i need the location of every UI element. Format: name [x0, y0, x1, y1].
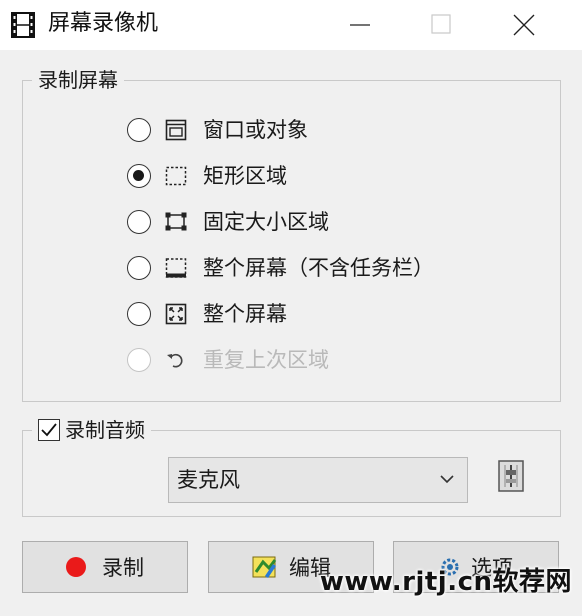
option-label: 整个屏幕（不含任务栏） — [203, 256, 434, 280]
minimize-button[interactable] — [332, 0, 388, 50]
edit-icon — [252, 556, 277, 578]
record-audio-checkbox[interactable] — [38, 419, 60, 441]
watermark: www.rjtj.cn软荐网 — [319, 567, 572, 597]
radio-button[interactable] — [127, 302, 151, 326]
maximize-button[interactable] — [412, 0, 468, 50]
audio-device-value: 麦克风 — [177, 468, 240, 492]
option-label: 整个屏幕 — [203, 302, 287, 326]
minimize-icon — [350, 24, 370, 26]
fixed-size-icon — [165, 212, 187, 231]
radio-button[interactable] — [127, 118, 151, 142]
record-audio-toggle[interactable]: 录制音频 — [32, 416, 151, 444]
close-icon — [513, 14, 535, 36]
record-dot-icon — [66, 557, 86, 577]
option-full-screen[interactable]: 整个屏幕 — [127, 299, 287, 329]
dashed-rect-icon — [165, 166, 187, 186]
check-icon — [41, 423, 57, 437]
option-label: 重复上次区域 — [203, 348, 329, 372]
radio-button-disabled — [127, 348, 151, 372]
option-window-or-object[interactable]: 窗口或对象 — [127, 115, 308, 145]
record-screen-legend: 录制屏幕 — [32, 66, 124, 94]
radio-button-selected[interactable] — [127, 164, 151, 188]
option-repeat-last-region: 重复上次区域 — [127, 345, 329, 375]
screen-no-taskbar-icon — [165, 258, 187, 278]
option-label: 固定大小区域 — [203, 210, 329, 234]
audio-device-select[interactable]: 麦克风 — [168, 457, 468, 503]
audio-mixer-icon[interactable] — [496, 459, 526, 493]
window-icon — [165, 119, 187, 141]
title-bar: 屏幕录像机 — [0, 0, 582, 50]
option-screen-no-taskbar[interactable]: 整个屏幕（不含任务栏） — [127, 253, 434, 283]
option-rectangle-region[interactable]: 矩形区域 — [127, 161, 287, 191]
option-label: 窗口或对象 — [203, 118, 308, 142]
record-audio-label: 录制音频 — [65, 418, 145, 442]
repeat-icon — [167, 353, 183, 368]
chevron-down-icon — [440, 475, 454, 484]
radio-button[interactable] — [127, 210, 151, 234]
option-label: 矩形区域 — [203, 164, 287, 188]
film-icon — [11, 12, 35, 38]
close-button[interactable] — [496, 0, 552, 50]
radio-button[interactable] — [127, 256, 151, 280]
record-button-label: 录制 — [102, 556, 144, 580]
option-fixed-size-region[interactable]: 固定大小区域 — [127, 207, 329, 237]
record-button[interactable]: 录制 — [22, 541, 188, 593]
window-title: 屏幕录像机 — [48, 11, 159, 36]
fullscreen-icon — [165, 303, 187, 325]
maximize-icon — [431, 14, 451, 34]
